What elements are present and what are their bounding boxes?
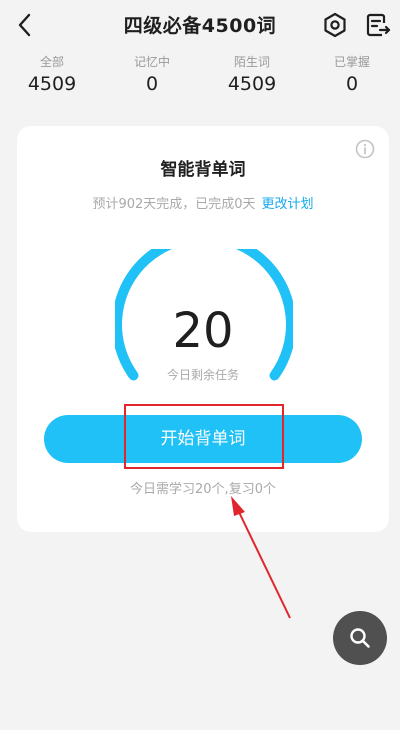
search-icon	[350, 628, 370, 648]
stat-label: 全部	[39, 55, 64, 69]
remaining-caption: 今日剩余任务	[166, 368, 239, 382]
stat-value: 4509	[27, 73, 77, 95]
annotation-highlight-box	[124, 404, 284, 469]
remaining-count: 20	[172, 303, 234, 359]
stat-memorizing[interactable]: 记忆中 0	[102, 54, 202, 95]
stat-mastered[interactable]: 已掌握 0	[302, 54, 400, 95]
stat-unfamiliar[interactable]: 陌生词 4509	[202, 54, 302, 95]
change-plan-link[interactable]: 更改计划	[262, 197, 314, 212]
stat-label: 陌生词	[233, 55, 270, 69]
card-title: 智能背单词	[160, 160, 246, 180]
plan-text: 预计902天完成，已完成0天	[92, 197, 256, 212]
settings-icon	[324, 12, 346, 38]
stat-value: 0	[345, 73, 359, 95]
word-list-button[interactable]	[364, 11, 392, 39]
stat-value: 0	[145, 73, 159, 95]
stat-all[interactable]: 全部 4509	[2, 54, 102, 95]
stat-label: 已掌握	[333, 55, 370, 69]
stat-value: 4509	[227, 73, 277, 95]
study-card: 智能背单词 预计902天完成，已完成0天 更改计划 20 今日剩余任务 开始背单词…	[17, 126, 389, 532]
stats-row: 全部 4509 记忆中 0 陌生词 4509 已掌握 0	[0, 54, 400, 104]
top-bar: 四级必备4500词	[0, 0, 400, 52]
stat-label: 记忆中	[133, 55, 170, 69]
settings-button[interactable]	[321, 11, 349, 39]
today-note: 今日需学习20个,复习0个	[130, 482, 276, 497]
plan-text-row: 预计902天完成，已完成0天 更改计划	[17, 193, 389, 212]
word-list-icon	[366, 13, 391, 37]
search-button[interactable]	[333, 611, 387, 665]
